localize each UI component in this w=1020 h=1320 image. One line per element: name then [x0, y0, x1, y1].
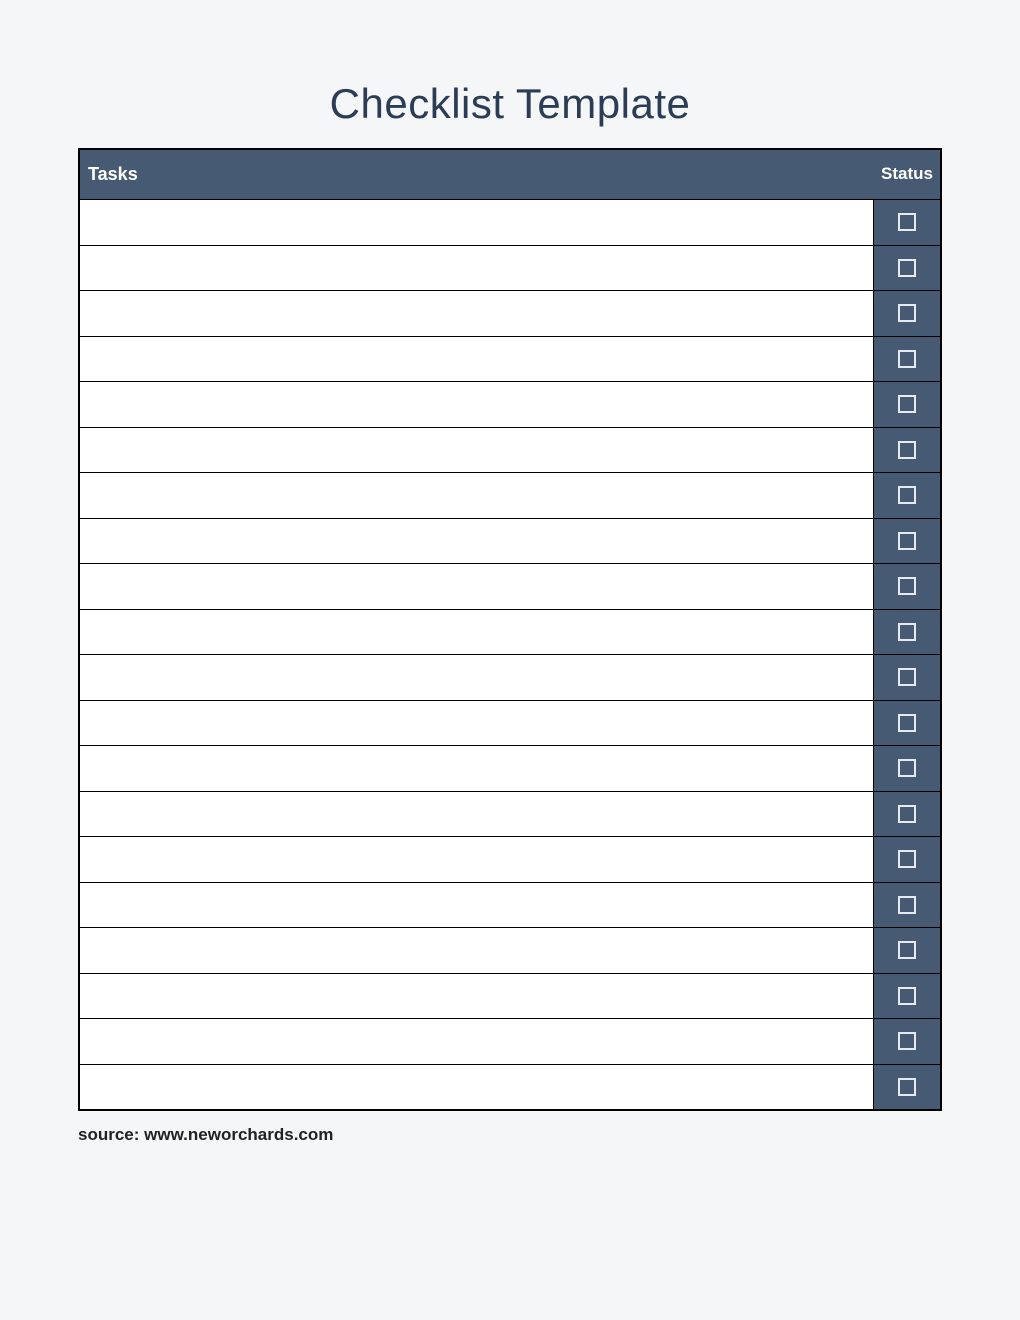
checkbox-icon[interactable] [898, 441, 916, 459]
status-cell [874, 246, 940, 291]
table-row [80, 654, 940, 700]
checkbox-icon[interactable] [898, 623, 916, 641]
task-cell[interactable] [80, 655, 874, 700]
task-cell[interactable] [80, 1065, 874, 1110]
task-cell[interactable] [80, 701, 874, 746]
checkbox-icon[interactable] [898, 395, 916, 413]
checkbox-icon[interactable] [898, 805, 916, 823]
checkbox-icon[interactable] [898, 714, 916, 732]
task-cell[interactable] [80, 337, 874, 382]
status-cell [874, 200, 940, 245]
checkbox-icon[interactable] [898, 1032, 916, 1050]
column-header-tasks: Tasks [80, 150, 874, 199]
checkbox-icon[interactable] [898, 668, 916, 686]
task-cell[interactable] [80, 246, 874, 291]
task-cell[interactable] [80, 428, 874, 473]
table-row [80, 700, 940, 746]
task-cell[interactable] [80, 564, 874, 609]
table-row [80, 745, 940, 791]
table-row [80, 973, 940, 1019]
checkbox-icon[interactable] [898, 759, 916, 777]
status-cell [874, 610, 940, 655]
table-row [80, 609, 940, 655]
status-cell [874, 1019, 940, 1064]
table-row [80, 836, 940, 882]
status-cell [874, 428, 940, 473]
task-cell[interactable] [80, 1019, 874, 1064]
task-cell[interactable] [80, 291, 874, 336]
table-row [80, 381, 940, 427]
table-row [80, 1018, 940, 1064]
task-cell[interactable] [80, 473, 874, 518]
task-cell[interactable] [80, 837, 874, 882]
task-cell[interactable] [80, 792, 874, 837]
status-cell [874, 928, 940, 973]
status-cell [874, 519, 940, 564]
checkbox-icon[interactable] [898, 577, 916, 595]
status-cell [874, 883, 940, 928]
column-header-status: Status [874, 150, 940, 199]
checkbox-icon[interactable] [898, 259, 916, 277]
checkbox-icon[interactable] [898, 1078, 916, 1096]
checklist-table: Tasks Status [78, 148, 942, 1111]
status-cell [874, 974, 940, 1019]
checkbox-icon[interactable] [898, 941, 916, 959]
status-cell [874, 564, 940, 609]
table-row [80, 791, 940, 837]
source-text: source: www.neworchards.com [78, 1125, 942, 1145]
checkbox-icon[interactable] [898, 987, 916, 1005]
table-row [80, 472, 940, 518]
table-row [80, 245, 940, 291]
table-row [80, 427, 940, 473]
table-row [80, 563, 940, 609]
status-cell [874, 746, 940, 791]
checkbox-icon[interactable] [898, 532, 916, 550]
checkbox-icon[interactable] [898, 486, 916, 504]
status-cell [874, 1065, 940, 1110]
task-cell[interactable] [80, 200, 874, 245]
task-cell[interactable] [80, 382, 874, 427]
checkbox-icon[interactable] [898, 350, 916, 368]
table-row [80, 290, 940, 336]
status-cell [874, 473, 940, 518]
table-row [80, 1064, 940, 1110]
checkbox-icon[interactable] [898, 850, 916, 868]
table-row [80, 927, 940, 973]
table-row [80, 199, 940, 245]
status-cell [874, 382, 940, 427]
status-cell [874, 337, 940, 382]
checkbox-icon[interactable] [898, 896, 916, 914]
task-cell[interactable] [80, 746, 874, 791]
checkbox-icon[interactable] [898, 213, 916, 231]
checkbox-icon[interactable] [898, 304, 916, 322]
task-cell[interactable] [80, 883, 874, 928]
status-cell [874, 792, 940, 837]
status-cell [874, 655, 940, 700]
task-cell[interactable] [80, 928, 874, 973]
task-cell[interactable] [80, 610, 874, 655]
status-cell [874, 701, 940, 746]
task-cell[interactable] [80, 974, 874, 1019]
table-header: Tasks Status [80, 150, 940, 199]
page-title: Checklist Template [78, 80, 942, 128]
task-cell[interactable] [80, 519, 874, 564]
status-cell [874, 837, 940, 882]
table-row [80, 336, 940, 382]
status-cell [874, 291, 940, 336]
table-row [80, 518, 940, 564]
table-row [80, 882, 940, 928]
